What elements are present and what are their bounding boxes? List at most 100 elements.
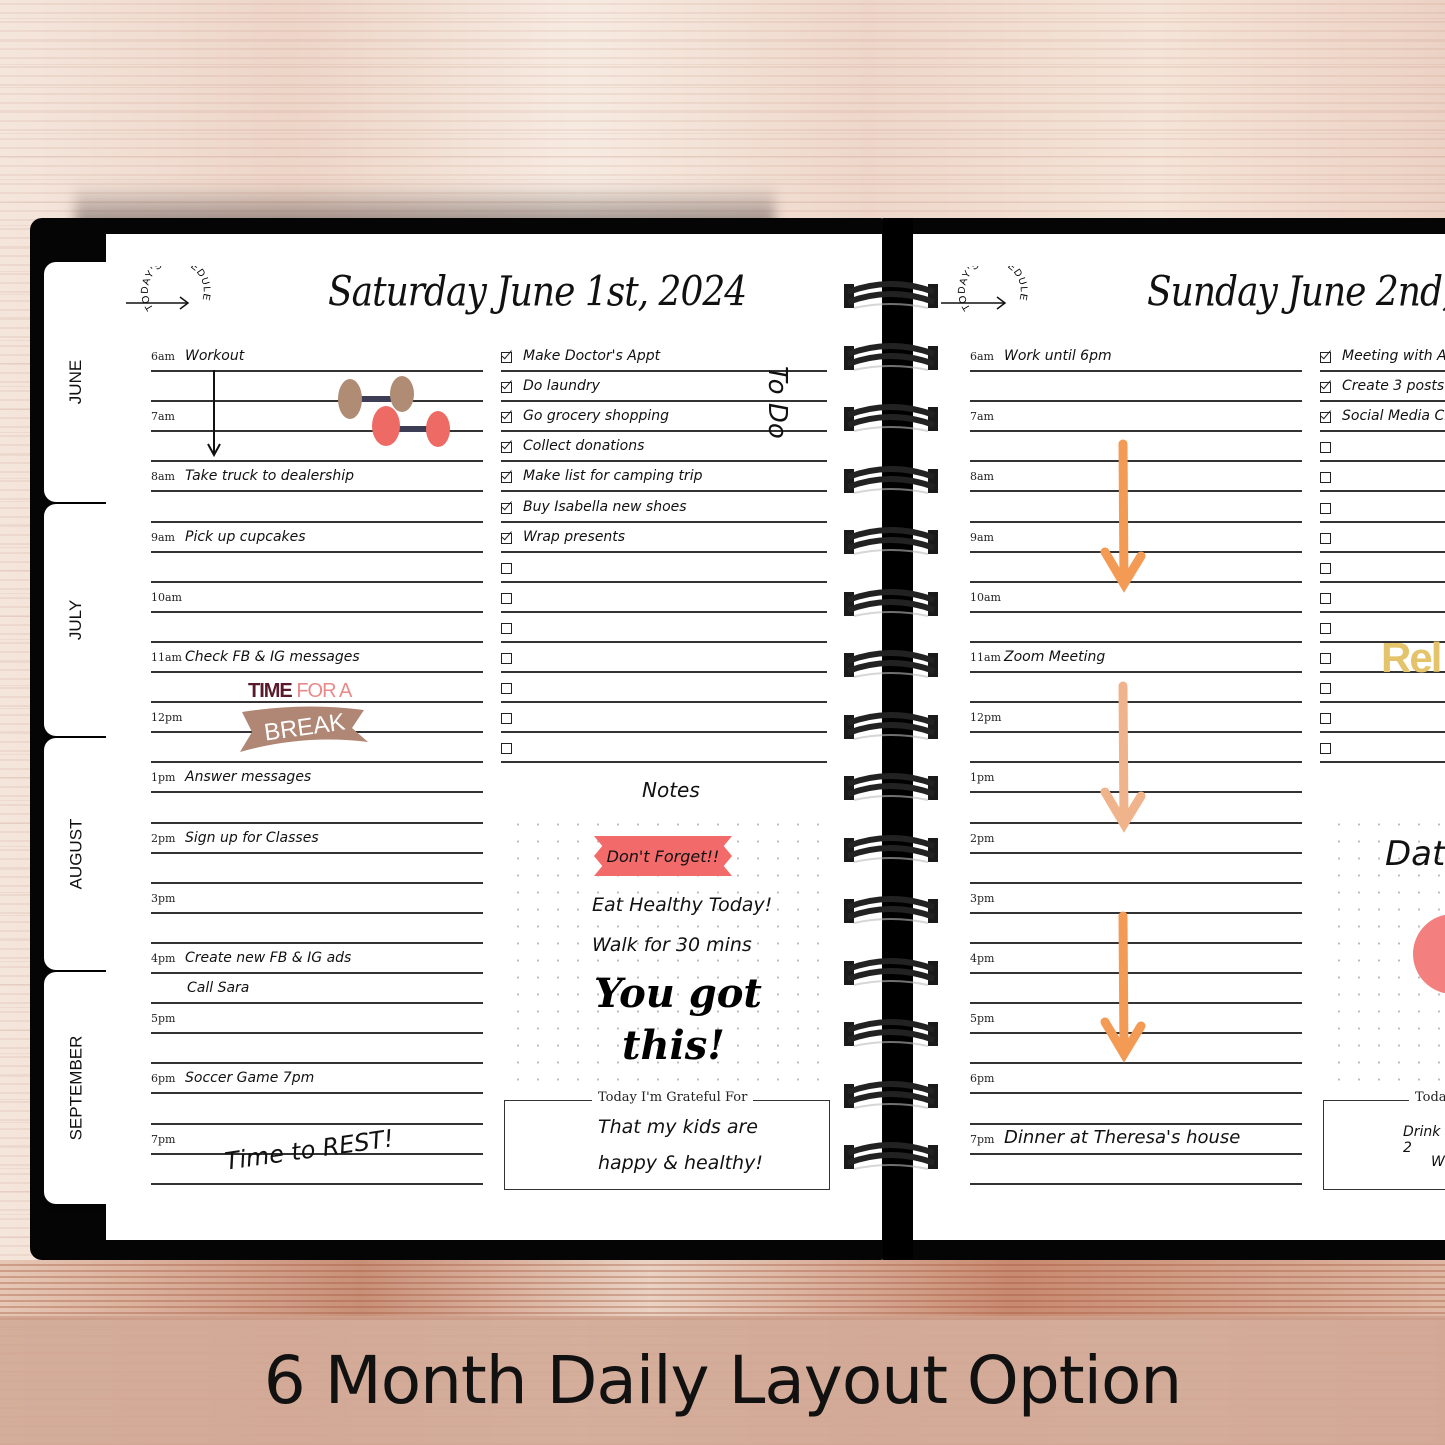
checkbox-icon[interactable] [1320, 502, 1331, 514]
checkbox-icon[interactable] [501, 743, 512, 755]
todo-item[interactable] [501, 643, 827, 674]
spiral-ring [844, 1019, 938, 1047]
spiral-ring [844, 834, 938, 863]
checkbox-checked-icon[interactable] [1320, 382, 1331, 394]
todo-item[interactable] [1320, 462, 1445, 493]
schedule-entry[interactable]: Work until 6pm [1004, 348, 1112, 364]
schedule-slot[interactable] [151, 884, 483, 914]
checkbox-icon[interactable] [1320, 472, 1331, 484]
time-label: 12pm [970, 711, 1002, 725]
dont-forget-sticker: Don't Forget!! [594, 836, 732, 876]
todo-item[interactable] [1320, 493, 1445, 523]
checkbox-icon[interactable] [1320, 592, 1331, 604]
schedule-slot[interactable] [151, 1004, 483, 1035]
checkbox-icon[interactable] [1320, 683, 1331, 695]
schedule-slot[interactable] [151, 1034, 483, 1065]
checkbox-icon[interactable] [1320, 562, 1331, 574]
todo-item[interactable] [1320, 432, 1445, 463]
checkbox-checked-icon[interactable] [501, 442, 512, 454]
checkbox-checked-icon[interactable] [501, 352, 512, 363]
checkbox-icon[interactable] [501, 622, 512, 634]
tab-august[interactable]: AUGUST [44, 738, 108, 970]
checkbox-checked-icon[interactable] [501, 412, 512, 424]
todo-item[interactable] [1320, 733, 1445, 764]
time-label: 6am [970, 350, 994, 363]
todo-item[interactable] [1320, 703, 1445, 734]
schedule-slot[interactable] [151, 583, 483, 613]
schedule-slot[interactable] [151, 553, 483, 583]
spiral-ring [844, 957, 938, 986]
checkbox-icon[interactable] [1320, 713, 1331, 725]
checkbox-icon[interactable] [501, 683, 512, 695]
svg-text:TODAY'S SCHEDULE: TODAY'S SCHEDULE [957, 266, 1029, 313]
checkbox-checked-icon[interactable] [501, 382, 512, 394]
schedule-slot[interactable] [151, 493, 483, 523]
todo-text: Do laundry [523, 378, 600, 395]
schedule-entry[interactable]: Soccer Game 7pm [185, 1070, 314, 1086]
tab-june[interactable]: JUNE [44, 262, 108, 502]
time-label: 4pm [970, 952, 995, 965]
time-label: 8am [151, 470, 175, 484]
schedule-slot[interactable] [151, 1095, 483, 1125]
schedule-entry[interactable]: Zoom Meeting [1004, 649, 1105, 665]
spiral-ring [844, 588, 938, 617]
schedule-entry[interactable]: Answer messages [185, 769, 311, 785]
checkbox-checked-icon[interactable] [1320, 412, 1331, 424]
schedule-entry[interactable]: Pick up cupcakes [185, 529, 306, 545]
checkbox-icon[interactable] [1320, 743, 1331, 755]
spiral-ring [844, 1142, 938, 1170]
schedule-entry[interactable]: Check FB & IG messages [185, 649, 360, 665]
grateful-heading: Today I'm Grateful For [592, 1090, 754, 1105]
checkbox-icon[interactable] [501, 562, 512, 574]
checkbox-checked-icon[interactable] [501, 532, 512, 544]
todo-item[interactable] [1320, 523, 1445, 553]
tab-july[interactable]: JULY [44, 504, 108, 736]
checkbox-checked-icon[interactable] [501, 472, 512, 484]
schedule-slot[interactable] [151, 914, 483, 944]
todo-item[interactable] [501, 673, 827, 704]
schedule-entry[interactable]: Call Sara [187, 980, 249, 996]
time-for-a-break-sticker: TIME FOR A BREAK [234, 680, 374, 760]
grateful-box [504, 1100, 830, 1190]
schedule-entry[interactable]: Take truck to dealership [185, 468, 354, 484]
checkbox-icon[interactable] [1320, 532, 1331, 544]
time-label: 3pm [970, 891, 995, 905]
todo-text: Go grocery shopping [523, 408, 670, 425]
checkbox-icon[interactable] [501, 713, 512, 725]
time-label: 1pm [151, 771, 176, 785]
grateful-line: That my kids are [598, 1116, 758, 1138]
checkbox-icon[interactable] [1320, 653, 1331, 664]
todo-item[interactable] [501, 613, 827, 643]
checkbox-icon[interactable] [501, 592, 512, 604]
todo-item[interactable] [501, 703, 827, 734]
checkbox-checked-icon[interactable] [501, 502, 512, 514]
arrow-down-icon [1100, 681, 1146, 833]
checkbox-checked-icon[interactable] [1320, 352, 1331, 363]
checkbox-icon[interactable] [1320, 442, 1331, 454]
spiral-ring [844, 342, 938, 371]
right-page: TODAY'S SCHEDULE Sunday June 2nd, 2024 6… [913, 234, 1445, 1240]
note-line: Walk for 30 mins [592, 934, 752, 956]
grateful-heading: Toda [1409, 1090, 1445, 1105]
schedule-slot[interactable] [151, 794, 483, 824]
todo-item[interactable] [501, 583, 827, 613]
time-label: 4pm [151, 952, 176, 965]
schedule-entry[interactable]: Create new FB & IG ads [185, 950, 351, 966]
checkbox-icon[interactable] [501, 653, 512, 664]
caption-banner: 6 Month Daily Layout Option [0, 1316, 1445, 1445]
todo-item[interactable] [1320, 583, 1445, 613]
todo-item[interactable] [501, 733, 827, 764]
checkbox-icon[interactable] [1320, 622, 1331, 634]
schedule-slot[interactable] [970, 372, 1302, 403]
schedule-slot[interactable] [151, 613, 483, 643]
todo-item[interactable] [1320, 553, 1445, 583]
tab-september[interactable]: SEPTEMBER [44, 972, 108, 1204]
wood-background-strip [0, 1260, 1445, 1320]
schedule-slot[interactable] [970, 402, 1302, 433]
arrow-down-icon [1100, 439, 1146, 593]
schedule-entry[interactable]: Workout [185, 348, 244, 364]
schedule-slot[interactable] [151, 854, 483, 884]
todo-item[interactable] [501, 553, 827, 583]
schedule-entry[interactable]: Sign up for Classes [185, 830, 319, 846]
time-label: 8am [970, 470, 994, 484]
